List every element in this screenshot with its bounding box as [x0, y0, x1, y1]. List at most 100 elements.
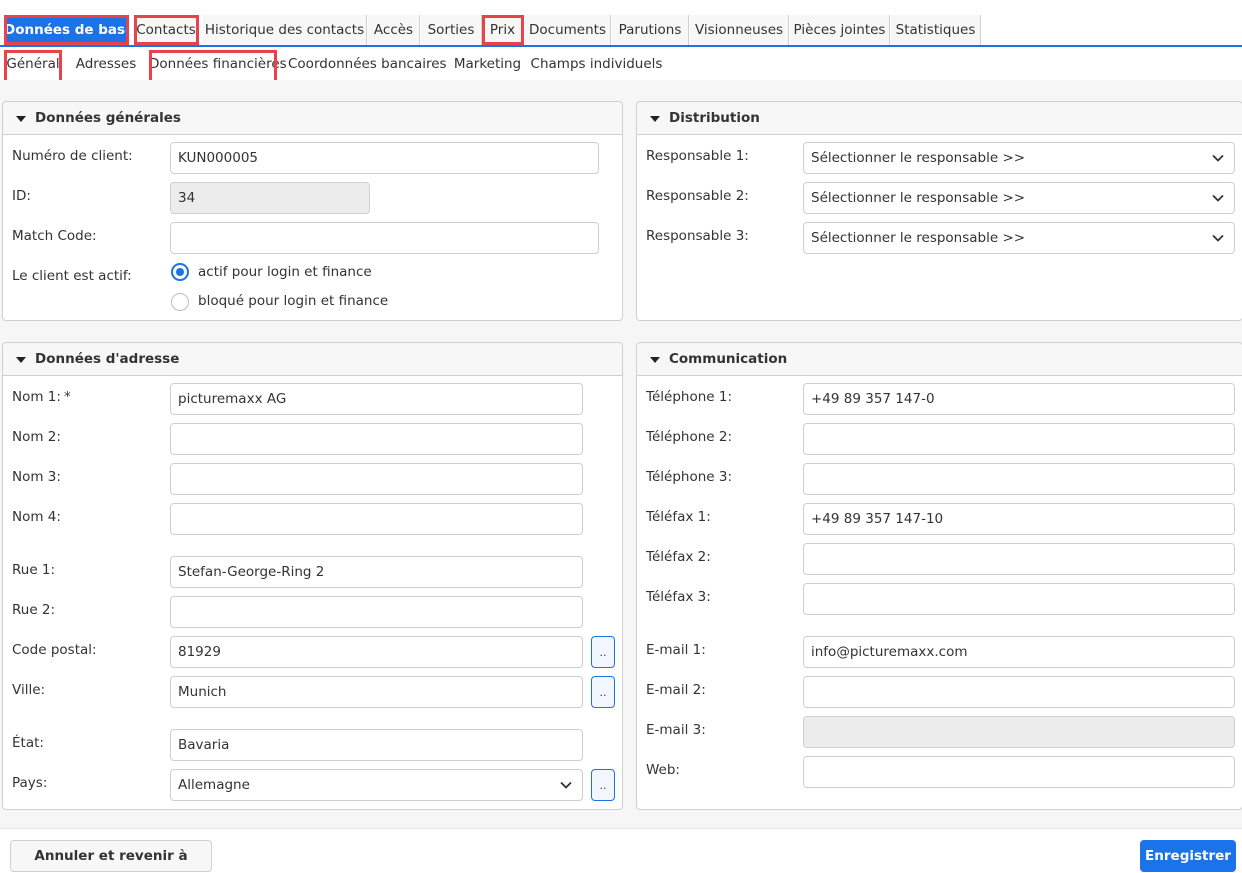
client-active-label: Le client est actif:	[12, 268, 132, 284]
address-data-panel: Données d'adresse Nom 1: * picturemaxx A…	[2, 342, 623, 810]
distribution-panel: Distribution Responsable 1: Sélectionner…	[636, 101, 1242, 321]
name-3-label: Nom 3:	[12, 469, 61, 485]
email-2-label: E-mail 2:	[646, 682, 706, 698]
customer-number-label: Numéro de client:	[12, 148, 133, 164]
street-1-label: Rue 1:	[12, 562, 56, 578]
collapse-triangle-icon	[16, 116, 26, 122]
subtab-marketing[interactable]: Marketing	[452, 50, 523, 80]
communication-panel: Communication Téléphone 1: +49 89 357 14…	[636, 342, 1242, 810]
required-mark: *	[64, 389, 71, 405]
footer-bar: Annuler et revenir à l'aperçu Enregistre…	[0, 828, 1242, 873]
cancel-button[interactable]: Annuler et revenir à l'aperçu	[10, 840, 212, 872]
fax-3-field[interactable]	[803, 583, 1235, 615]
responsible-3-label: Responsable 3:	[646, 228, 749, 244]
city-lookup-button[interactable]: ..	[591, 676, 615, 708]
tab-prix[interactable]: Prix	[482, 15, 524, 45]
save-button[interactable]: Enregistrer	[1140, 840, 1236, 872]
phone-3-field[interactable]	[803, 463, 1235, 495]
top-strip	[0, 0, 1242, 14]
name-3-field[interactable]	[170, 463, 583, 495]
sub-tab-bar: Général Adresses Données financières Coo…	[0, 48, 1242, 84]
address-data-header[interactable]: Données d'adresse	[3, 343, 622, 376]
name-4-field[interactable]	[170, 503, 583, 535]
country-label: Pays:	[12, 775, 48, 791]
responsible-2-label: Responsable 2:	[646, 188, 749, 204]
responsible-2-select[interactable]: Sélectionner le responsable >>	[803, 182, 1235, 214]
phone-2-field[interactable]	[803, 423, 1235, 455]
email-1-field[interactable]: info@picturemaxx.com	[803, 636, 1235, 668]
street-1-field[interactable]: Stefan-George-Ring 2	[170, 556, 583, 588]
tab-pieces-jointes[interactable]: Pièces jointes	[790, 15, 890, 45]
chevron-down-icon	[1212, 234, 1224, 242]
collapse-triangle-icon	[650, 357, 660, 363]
web-label: Web:	[646, 762, 680, 778]
fax-1-field[interactable]: +49 89 357 147-10	[803, 503, 1235, 535]
tab-parutions[interactable]: Parutions	[612, 15, 689, 45]
match-code-field[interactable]	[170, 222, 599, 254]
fax-1-label: Téléfax 1:	[646, 509, 711, 525]
select-value: Sélectionner le responsable >>	[811, 230, 1026, 246]
radio-active-label[interactable]: actif pour login et finance	[198, 264, 372, 280]
distribution-header[interactable]: Distribution	[637, 102, 1242, 135]
select-value: Sélectionner le responsable >>	[811, 150, 1026, 166]
name-1-label: Nom 1:	[12, 389, 61, 405]
city-label: Ville:	[12, 682, 46, 698]
state-label: État:	[12, 735, 44, 751]
subtab-coordonnees-bancaires[interactable]: Coordonnées bancaires	[288, 50, 447, 80]
state-field[interactable]: Bavaria	[170, 729, 583, 761]
chevron-down-icon	[1212, 154, 1224, 162]
postal-code-label: Code postal:	[12, 642, 97, 658]
general-data-header[interactable]: Données générales	[3, 102, 622, 135]
tab-statistiques[interactable]: Statistiques	[891, 15, 981, 45]
tab-acces[interactable]: Accès	[368, 15, 420, 45]
responsible-3-select[interactable]: Sélectionner le responsable >>	[803, 222, 1235, 254]
city-field[interactable]: Munich	[170, 676, 583, 708]
tab-contacts[interactable]: Contacts	[134, 15, 199, 45]
name-2-field[interactable]	[170, 423, 583, 455]
country-lookup-button[interactable]: ..	[591, 769, 615, 801]
general-data-panel: Données générales Numéro de client: KUN0…	[2, 101, 623, 321]
street-2-field[interactable]	[170, 596, 583, 628]
subtab-champs-individuels[interactable]: Champs individuels	[530, 50, 663, 80]
subtab-donnees-financieres[interactable]: Données financières	[149, 50, 287, 84]
fax-3-label: Téléfax 3:	[646, 589, 711, 605]
subtab-general[interactable]: Général	[4, 50, 62, 84]
panel-title: Données d'adresse	[35, 351, 180, 367]
radio-active[interactable]	[171, 263, 189, 281]
tab-sorties[interactable]: Sorties	[421, 15, 482, 45]
fax-2-field[interactable]	[803, 543, 1235, 575]
subtab-adresses[interactable]: Adresses	[70, 50, 142, 80]
tab-donnees-de-base[interactable]: Données de base	[4, 15, 134, 45]
radio-blocked[interactable]	[171, 293, 189, 311]
street-2-label: Rue 2:	[12, 602, 56, 618]
panel-title: Données générales	[35, 110, 181, 126]
collapse-triangle-icon	[650, 116, 660, 122]
email-3-field	[803, 716, 1235, 748]
country-select[interactable]: Allemagne	[170, 769, 583, 801]
email-1-label: E-mail 1:	[646, 642, 706, 658]
tab-visionneuses[interactable]: Visionneuses	[690, 15, 789, 45]
postal-code-field[interactable]: 81929	[170, 636, 583, 668]
chevron-down-icon	[560, 781, 572, 789]
name-4-label: Nom 4:	[12, 509, 61, 525]
customer-number-field[interactable]: KUN000005	[170, 142, 599, 174]
communication-header[interactable]: Communication	[637, 343, 1242, 376]
collapse-triangle-icon	[16, 357, 26, 363]
name-1-field[interactable]: picturemaxx AG	[170, 383, 583, 415]
name-2-label: Nom 2:	[12, 429, 61, 445]
responsible-1-label: Responsable 1:	[646, 148, 749, 164]
tab-documents[interactable]: Documents	[525, 15, 611, 45]
tab-historique-des-contacts[interactable]: Historique des contacts	[203, 15, 367, 45]
id-field: 34	[170, 182, 370, 214]
email-2-field[interactable]	[803, 676, 1235, 708]
phone-1-label: Téléphone 1:	[646, 389, 732, 405]
web-field[interactable]	[803, 756, 1235, 788]
panel-title: Communication	[669, 351, 788, 367]
match-code-label: Match Code:	[12, 228, 97, 244]
postal-code-lookup-button[interactable]: ..	[591, 636, 615, 668]
main-tab-bar: Données de base Contacts Historique des …	[0, 14, 1242, 47]
radio-blocked-label[interactable]: bloqué pour login et finance	[198, 293, 388, 309]
responsible-1-select[interactable]: Sélectionner le responsable >>	[803, 142, 1235, 174]
phone-1-field[interactable]: +49 89 357 147-0	[803, 383, 1235, 415]
select-value: Sélectionner le responsable >>	[811, 190, 1026, 206]
